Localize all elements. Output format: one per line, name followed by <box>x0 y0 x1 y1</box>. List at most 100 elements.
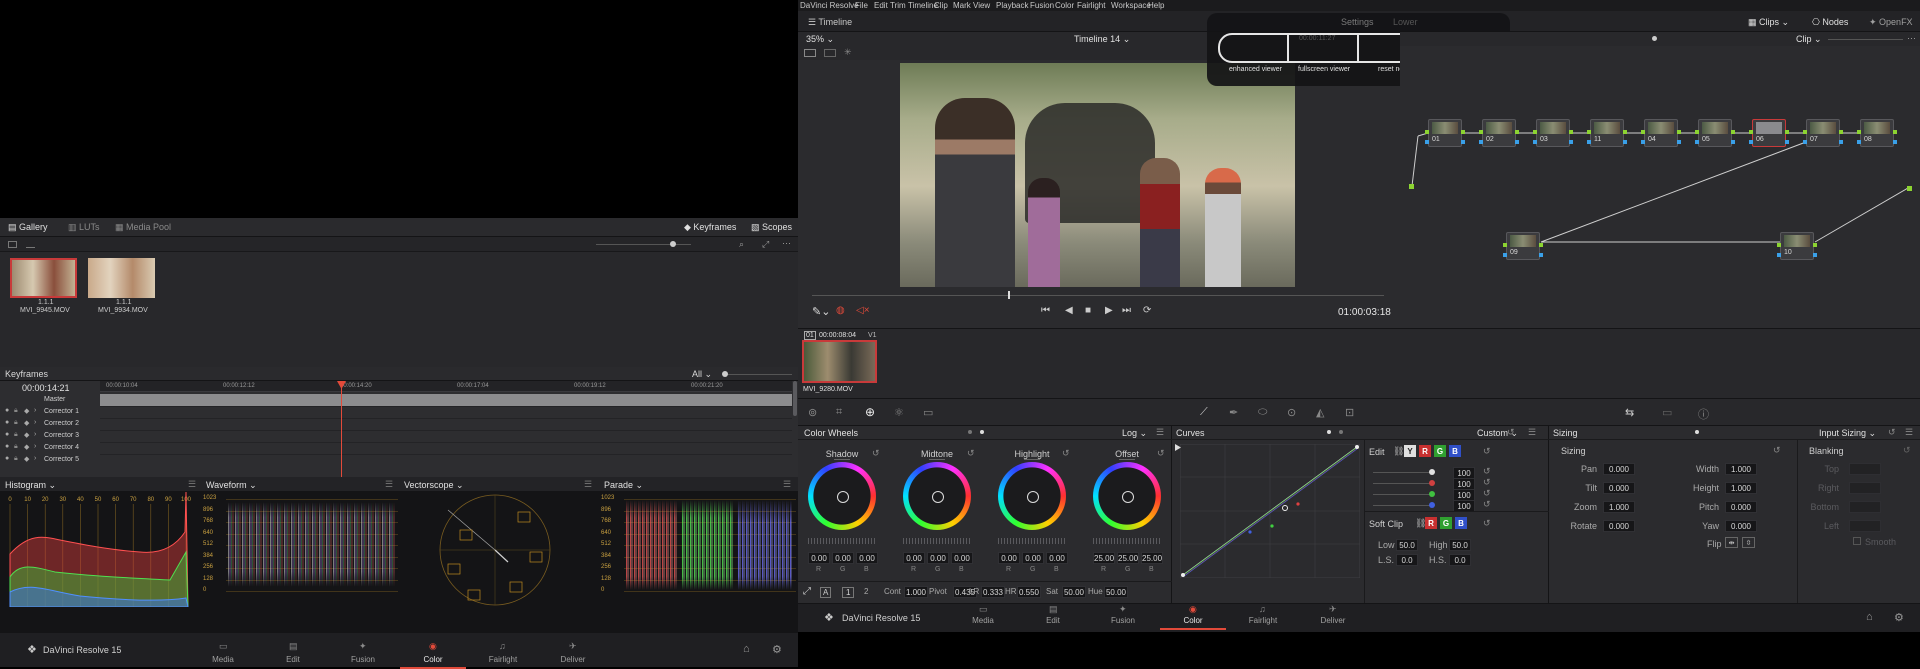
gallery-zoom-knob[interactable] <box>670 241 676 247</box>
histogram-title[interactable]: Histogram ⌄ <box>5 480 56 491</box>
clip-dropdown[interactable]: Clip ⌄ <box>1796 34 1822 45</box>
home-icon-left[interactable]: ⌂ <box>743 643 750 655</box>
openfx-toggle[interactable]: ✦ OpenFX <box>1869 17 1913 28</box>
skip-forward-icon[interactable]: ⏭ <box>1122 305 1131 316</box>
color-match-icon[interactable]: ⌗ <box>836 406 842 419</box>
parade-menu-icon[interactable]: ☰ <box>783 479 791 490</box>
curves-page-dot-2[interactable] <box>1339 430 1343 434</box>
timeline-name[interactable]: Timeline 14 ⌄ <box>1074 34 1130 45</box>
intensity-slider-knob[interactable] <box>1429 491 1435 497</box>
play-icon[interactable]: ▶ <box>1105 305 1113 316</box>
wheels-mode[interactable]: Log ⌄ <box>1122 428 1147 439</box>
intensity-reset-icon[interactable]: ↺ <box>1483 488 1491 499</box>
param-sat-value[interactable]: 50.00 <box>1062 586 1086 598</box>
nav-fusion[interactable]: Fusion <box>1093 616 1153 625</box>
sizing-yaw-value[interactable]: 0.000 <box>1725 520 1757 532</box>
sizing-pan-value[interactable]: 0.000 <box>1603 463 1635 475</box>
softclip-g[interactable]: G <box>1440 517 1452 529</box>
window-icon[interactable]: ⬭ <box>1258 406 1267 419</box>
sizing-rotate-value[interactable]: 0.000 <box>1603 520 1635 532</box>
node-more-icon[interactable]: ⋯ <box>1907 33 1916 44</box>
softclip-r[interactable]: R <box>1425 517 1437 529</box>
node-02[interactable]: 02 <box>1479 119 1519 147</box>
nav-fairlight[interactable]: Fairlight <box>1233 616 1293 625</box>
curves-graph[interactable] <box>1180 444 1360 578</box>
wheel-highlight-reset-icon[interactable]: ↺ <box>1062 448 1070 459</box>
track-expand-icon[interactable]: › <box>34 407 36 414</box>
skip-back-icon[interactable]: ⏮ <box>1041 305 1050 316</box>
channel-r[interactable]: R <box>1419 445 1431 457</box>
gallery-zoom-slider[interactable] <box>596 244 691 245</box>
track-keyframe-icon[interactable]: ◆ <box>24 455 29 463</box>
parade-title[interactable]: Parade ⌄ <box>604 480 643 491</box>
high-value[interactable]: 50.0 <box>1449 539 1471 551</box>
wheel-shadow[interactable] <box>808 462 876 530</box>
intensity-slider-track[interactable] <box>1373 494 1433 495</box>
qualifier-icon[interactable]: ✒ <box>1229 406 1238 419</box>
wheel-offset-b-value[interactable]: 25.00 <box>1141 552 1163 564</box>
page-1-button[interactable]: 1 <box>842 587 855 598</box>
blanking-reset-icon[interactable]: ↺ <box>1903 445 1911 456</box>
menu-color[interactable]: Color <box>1055 1 1074 10</box>
track-lock-icon[interactable]: 🔒︎ <box>14 443 18 451</box>
keyframes-toggle[interactable]: ◆ Keyframes <box>684 222 736 233</box>
menu-edit[interactable]: Edit <box>874 1 888 10</box>
nav-color-icon[interactable]: ◉ <box>1189 604 1197 615</box>
nav-edit-icon[interactable]: ▤ <box>289 641 298 652</box>
nav-media[interactable]: Media <box>953 616 1013 625</box>
wheel-midtone-r-value[interactable]: 0.00 <box>903 552 925 564</box>
gallery-up-icon[interactable] <box>26 240 35 248</box>
curves-page-dot-1[interactable] <box>1327 430 1331 434</box>
histogram-menu-icon[interactable]: ☰ <box>188 479 196 490</box>
curves-link-icon[interactable]: ⛓ <box>1393 446 1404 457</box>
nav-color[interactable]: Color <box>1163 616 1223 625</box>
blanking-top-value[interactable] <box>1849 463 1881 475</box>
still-1[interactable] <box>10 258 77 298</box>
wheels-page-dot-1[interactable] <box>968 430 972 434</box>
clip-thumbnail[interactable] <box>802 340 877 383</box>
settings-icon-left[interactable]: ⚙ <box>772 643 782 656</box>
nodes-toggle[interactable]: ⎔ Nodes <box>1812 17 1848 28</box>
page-2-button[interactable]: 2 <box>861 587 871 596</box>
sizing-tilt-value[interactable]: 0.000 <box>1603 482 1635 494</box>
vectorscope-menu-icon[interactable]: ☰ <box>584 479 592 490</box>
auto-balance-icon[interactable]: ⤢ <box>803 586 811 597</box>
intensity-slider-track[interactable] <box>1373 472 1433 473</box>
track-expand-icon[interactable]: › <box>34 455 36 462</box>
sizing-sub-reset-icon[interactable]: ↺ <box>1773 445 1781 456</box>
nav-fusion-icon[interactable]: ✦ <box>359 641 367 652</box>
node-05[interactable]: 05 <box>1695 119 1735 147</box>
track-lock-icon[interactable]: 🔒︎ <box>14 455 18 463</box>
wheel-midtone-reset-icon[interactable]: ↺ <box>967 448 975 459</box>
node-11[interactable]: 11 <box>1587 119 1627 147</box>
wheel-offset[interactable] <box>1093 462 1161 530</box>
wheel-midtone-master-dial[interactable] <box>903 538 971 544</box>
param-hr-value[interactable]: 0.550 <box>1017 586 1041 598</box>
gallery-list-icon[interactable] <box>8 241 17 248</box>
sizing-zoom-value[interactable]: 1.000 <box>1603 501 1635 513</box>
wheel-shadow-b-value[interactable]: 0.00 <box>856 552 878 564</box>
scopes-toggle[interactable]: ▧ Scopes <box>751 222 792 233</box>
menu-mark[interactable]: Mark <box>953 1 971 10</box>
tab-luts[interactable]: ▥ LUTs <box>68 222 100 233</box>
edit-reset-icon[interactable]: ↺ <box>1483 446 1491 457</box>
hs-value[interactable]: 0.0 <box>1449 554 1471 566</box>
intensity-slider-track[interactable] <box>1373 483 1433 484</box>
intensity-slider-knob[interactable] <box>1429 480 1435 486</box>
track-expand-icon[interactable]: › <box>34 419 36 426</box>
keyframes-filter[interactable]: All ⌄ <box>692 369 712 380</box>
sizing-icon[interactable]: ⇆ <box>1625 406 1634 419</box>
curves-reset-icon[interactable]: ↺ <box>1507 427 1515 438</box>
node-04[interactable]: 04 <box>1641 119 1681 147</box>
channel-y[interactable]: Y <box>1404 445 1416 457</box>
keyframes-zoom-slider[interactable] <box>726 374 792 375</box>
smooth-checkbox[interactable] <box>1853 537 1861 545</box>
tracker-icon[interactable]: ⊙ <box>1287 406 1296 419</box>
node-zoom-knob[interactable] <box>1652 36 1657 41</box>
node-01[interactable]: 01 <box>1425 119 1465 147</box>
wheel-shadow-g-value[interactable]: 0.00 <box>832 552 854 564</box>
wheel-shadow-reset-icon[interactable]: ↺ <box>872 448 880 459</box>
wheel-highlight-master-dial[interactable] <box>998 538 1066 544</box>
rgb-mixer-icon[interactable]: ⚛ <box>894 406 904 419</box>
more-icon[interactable]: ⋯ <box>782 238 791 249</box>
